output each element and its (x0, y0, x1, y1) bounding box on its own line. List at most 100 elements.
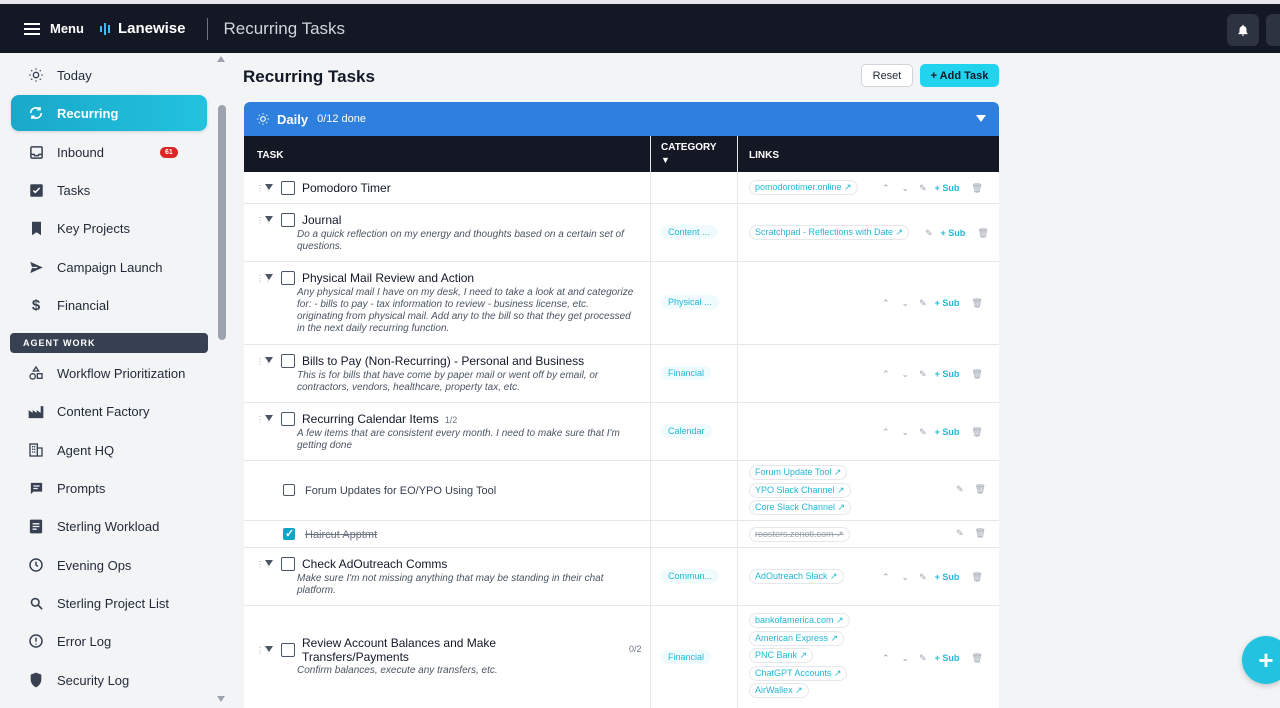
task-link[interactable]: bankofamerica.com ↗ (749, 613, 850, 628)
notifications-button[interactable] (1227, 14, 1259, 46)
add-subtask-button[interactable]: + Sub (935, 572, 960, 582)
add-subtask-button[interactable]: + Sub (935, 369, 960, 379)
delete-icon[interactable]: 🗑 (971, 298, 982, 309)
task-title[interactable]: Review Account Balances and Make Transfe… (302, 636, 542, 664)
daily-group-header[interactable]: Daily 0/12 done (244, 102, 999, 136)
move-down-icon[interactable]: ⌄ (902, 298, 910, 309)
sidebar-item-agent-hq[interactable]: Agent HQ (11, 432, 207, 468)
move-down-icon[interactable]: ⌄ (902, 369, 910, 380)
move-down-icon[interactable]: ⌄ (902, 572, 910, 583)
delete-icon[interactable]: 🗑 (971, 369, 982, 380)
task-checkbox[interactable] (281, 271, 295, 285)
delete-icon[interactable]: 🗑 (971, 653, 982, 664)
reset-button[interactable]: Reset (861, 64, 913, 87)
scroll-up-arrow-icon[interactable] (217, 56, 225, 62)
task-link[interactable]: AdOutreach Slack ↗ (749, 569, 844, 584)
category-chip[interactable]: Financial (661, 650, 712, 664)
task-title-text[interactable]: Recurring Calendar Items (302, 412, 439, 426)
edit-icon[interactable]: ✎ (919, 427, 927, 438)
category-chip[interactable]: Commun... (661, 569, 720, 583)
subtask-checkbox[interactable] (283, 527, 295, 540)
delete-icon[interactable]: 🗑 (977, 228, 988, 239)
sidebar-item-sterling-project-list[interactable]: Sterling Project List (11, 585, 207, 621)
sidebar-item-workflow-prioritization[interactable]: Workflow Prioritization (11, 355, 207, 391)
category-chip[interactable]: Content ... (661, 225, 717, 239)
subtask-title[interactable]: Forum Updates for EO/YPO Using Tool (305, 485, 496, 497)
expand-caret-icon[interactable] (265, 274, 273, 280)
add-subtask-button[interactable]: + Sub (935, 183, 960, 193)
subtask-title[interactable]: Haircut Apptmt (305, 529, 377, 541)
sort-down-icon[interactable]: ▼ (661, 155, 670, 165)
task-title[interactable]: Pomodoro Timer (302, 181, 391, 195)
delete-icon[interactable]: 🗑 (971, 427, 982, 438)
expand-caret-icon[interactable] (265, 357, 273, 363)
sidebar-item-error-log[interactable]: Error Log (11, 623, 207, 659)
edit-icon[interactable]: ✎ (956, 484, 964, 495)
task-title[interactable]: Physical Mail Review and Action (302, 271, 474, 285)
move-up-icon[interactable]: ⌃ (882, 653, 890, 664)
task-checkbox[interactable] (281, 213, 295, 227)
scroll-down-arrow-icon[interactable] (217, 696, 225, 702)
expand-caret-icon[interactable] (265, 216, 273, 222)
edit-icon[interactable]: ✎ (919, 653, 927, 664)
edit-icon[interactable]: ✎ (919, 183, 927, 194)
col-category[interactable]: CATEGORY (661, 142, 717, 153)
delete-icon[interactable]: 🗑 (975, 484, 986, 495)
add-subtask-button[interactable]: + Sub (935, 653, 960, 663)
sidebar-item-tasks[interactable]: Tasks (11, 172, 207, 208)
task-link[interactable]: ChatGPT Accounts ↗ (749, 666, 848, 681)
category-chip[interactable]: Physical ... (661, 295, 719, 309)
task-checkbox[interactable] (281, 412, 295, 426)
edit-icon[interactable]: ✎ (919, 369, 927, 380)
collapse-caret-icon[interactable] (976, 115, 986, 122)
category-chip[interactable]: Calendar (661, 424, 712, 438)
task-link[interactable]: roosters.zenoti.com ↗ (749, 527, 850, 542)
subtask-checkbox[interactable] (283, 484, 295, 496)
sidebar-item-security-log[interactable]: Security Log (11, 662, 207, 698)
add-subtask-button[interactable]: + Sub (935, 298, 960, 308)
edit-icon[interactable]: ✎ (925, 228, 933, 239)
user-menu-button[interactable] (1266, 14, 1280, 46)
delete-icon[interactable]: 🗑 (971, 572, 982, 583)
sidebar-scroll-thumb[interactable] (218, 105, 226, 340)
sidebar-item-prompts[interactable]: Prompts (11, 470, 207, 506)
move-down-icon[interactable]: ⌄ (902, 183, 910, 194)
edit-icon[interactable]: ✎ (919, 298, 927, 309)
expand-caret-icon[interactable] (265, 646, 273, 652)
sidebar-item-sterling-workload[interactable]: Sterling Workload (11, 508, 207, 544)
task-link[interactable]: YPO Slack Channel ↗ (749, 483, 851, 498)
sidebar-item-financial[interactable]: $ Financial (11, 287, 207, 323)
move-up-icon[interactable]: ⌃ (882, 298, 890, 309)
edit-icon[interactable]: ✎ (956, 528, 964, 539)
task-checkbox[interactable] (281, 181, 295, 195)
add-subtask-button[interactable]: + Sub (935, 427, 960, 437)
task-checkbox[interactable] (281, 557, 295, 571)
move-up-icon[interactable]: ⌃ (882, 369, 890, 380)
add-task-button[interactable]: + Add Task (920, 64, 999, 87)
sidebar-item-content-factory[interactable]: Content Factory (11, 393, 207, 429)
task-link[interactable]: AirWallex ↗ (749, 683, 809, 698)
move-up-icon[interactable]: ⌃ (882, 572, 890, 583)
expand-caret-icon[interactable] (265, 560, 273, 566)
sidebar-item-today[interactable]: Today (11, 57, 207, 93)
task-link[interactable]: Core Slack Channel ↗ (749, 500, 852, 515)
sidebar-item-inbound[interactable]: Inbound 61 (11, 134, 207, 170)
task-checkbox[interactable] (281, 354, 295, 368)
task-checkbox[interactable] (281, 643, 295, 657)
brand-logo[interactable]: Lanewise (99, 20, 185, 37)
sidebar-item-key-projects[interactable]: Key Projects (11, 210, 207, 246)
move-up-icon[interactable]: ⌃ (882, 427, 890, 438)
edit-icon[interactable]: ✎ (919, 572, 927, 583)
move-up-icon[interactable]: ⌃ (882, 183, 890, 194)
delete-icon[interactable]: 🗑 (975, 528, 986, 539)
menu-button[interactable]: Menu (24, 21, 84, 36)
task-link[interactable]: American Express ↗ (749, 631, 845, 646)
move-down-icon[interactable]: ⌄ (902, 653, 910, 664)
move-down-icon[interactable]: ⌄ (902, 427, 910, 438)
expand-caret-icon[interactable] (265, 415, 273, 421)
category-chip[interactable]: Financial (661, 366, 712, 380)
task-title[interactable]: Check AdOutreach Comms (302, 557, 447, 571)
task-title[interactable]: Bills to Pay (Non-Recurring) - Personal … (302, 354, 584, 368)
task-link[interactable]: PNC Bank ↗ (749, 648, 814, 663)
sidebar-item-evening-ops[interactable]: Evening Ops (11, 547, 207, 583)
